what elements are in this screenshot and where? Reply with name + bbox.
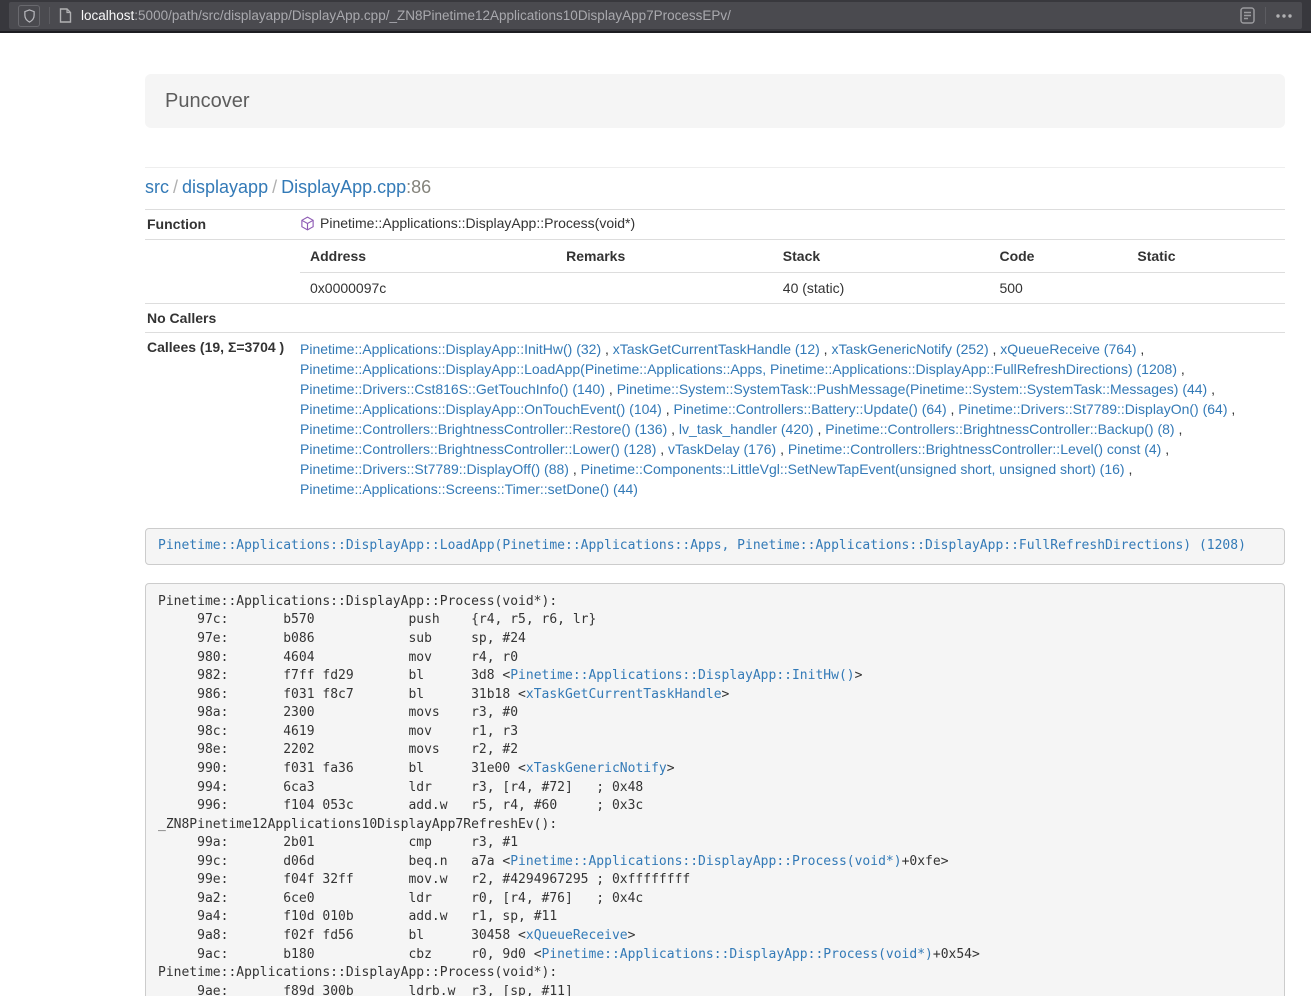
callee-link[interactable]: Pinetime::Drivers::Cst816S::GetTouchInfo… bbox=[300, 381, 605, 397]
callee-link[interactable]: Pinetime::Applications::DisplayApp::OnTo… bbox=[300, 401, 662, 417]
breadcrumb-line-number: :86 bbox=[406, 177, 431, 197]
callee-link[interactable]: Pinetime::Applications::DisplayApp::Init… bbox=[300, 341, 601, 357]
col-remarks: Remarks bbox=[556, 240, 773, 273]
highlighted-symbol-link[interactable]: Pinetime::Applications::DisplayApp::Load… bbox=[158, 538, 1246, 553]
callee-link[interactable]: Pinetime::Controllers::BrightnessControl… bbox=[788, 441, 1161, 457]
callees-label: Callees (19, Σ=3704 ) bbox=[145, 333, 300, 507]
function-row-label: Function bbox=[145, 210, 300, 240]
breadcrumb-separator: / bbox=[169, 177, 182, 197]
stats-row: Address Remarks Stack Code Static 0x0000… bbox=[145, 240, 1285, 304]
breadcrumb-link[interactable]: src bbox=[145, 177, 169, 197]
callees-row: Callees (19, Σ=3704 ) Pinetime::Applicat… bbox=[145, 333, 1285, 507]
disassembly-symbol-link[interactable]: Pinetime::Applications::DisplayApp::Proc… bbox=[542, 947, 933, 962]
callee-link[interactable]: vTaskDelay (176) bbox=[668, 441, 776, 457]
tracking-protection-button[interactable] bbox=[15, 5, 43, 27]
url-bar[interactable]: localhost:5000/path/src/displayapp/Displ… bbox=[9, 2, 1302, 29]
callee-link[interactable]: Pinetime::Drivers::St7789::DisplayOff() … bbox=[300, 461, 569, 477]
disassembly-symbol-link[interactable]: xTaskGenericNotify bbox=[526, 761, 667, 776]
breadcrumb-link[interactable]: displayapp bbox=[182, 177, 268, 197]
url-text[interactable]: localhost:5000/path/src/displayapp/Displ… bbox=[81, 8, 1236, 23]
toolbar-separator bbox=[1265, 7, 1266, 24]
callees-list: Pinetime::Applications::DisplayApp::Init… bbox=[300, 333, 1285, 507]
callee-link[interactable]: Pinetime::System::SystemTask::PushMessag… bbox=[617, 381, 1208, 397]
breadcrumb: src/displayapp/DisplayApp.cpp:86 bbox=[145, 177, 1285, 198]
url-path: :5000/path/src/displayapp/DisplayApp.cpp… bbox=[134, 8, 731, 23]
callee-link[interactable]: lv_task_handler (420) bbox=[679, 421, 814, 437]
remarks-value bbox=[556, 273, 773, 304]
symbol-cube-icon bbox=[300, 216, 315, 236]
disassembly-symbol-link[interactable]: Pinetime::Applications::DisplayApp::Proc… bbox=[510, 854, 901, 869]
stack-value: 40 (static) bbox=[773, 273, 990, 304]
callee-link[interactable]: xTaskGetCurrentTaskHandle (12) bbox=[613, 341, 820, 357]
meatball-menu-icon bbox=[1275, 13, 1293, 19]
highlighted-symbol-box: Pinetime::Applications::DisplayApp::Load… bbox=[145, 528, 1285, 565]
app-header: Puncover bbox=[145, 74, 1285, 128]
col-stack: Stack bbox=[773, 240, 990, 273]
divider bbox=[145, 167, 1285, 168]
page-icon bbox=[56, 5, 75, 27]
col-address: Address bbox=[300, 240, 556, 273]
reader-view-icon bbox=[1239, 6, 1256, 25]
col-static: Static bbox=[1127, 240, 1285, 273]
callee-link[interactable]: Pinetime::Controllers::BrightnessControl… bbox=[825, 421, 1174, 437]
disassembly-listing: Pinetime::Applications::DisplayApp::Proc… bbox=[145, 583, 1285, 996]
callee-link[interactable]: Pinetime::Applications::Screens::Timer::… bbox=[300, 481, 638, 497]
no-callers-row: No Callers bbox=[145, 304, 1285, 333]
code-value: 500 bbox=[989, 273, 1127, 304]
url-host: localhost bbox=[81, 8, 134, 23]
stats-header-row: Address Remarks Stack Code Static bbox=[300, 240, 1285, 273]
reader-view-button[interactable] bbox=[1236, 5, 1259, 27]
breadcrumb-link[interactable]: DisplayApp.cpp bbox=[281, 177, 406, 197]
callee-link[interactable]: Pinetime::Controllers::BrightnessControl… bbox=[300, 441, 656, 457]
callee-link[interactable]: Pinetime::Controllers::Battery::Update()… bbox=[674, 401, 947, 417]
function-symbol-name: Pinetime::Applications::DisplayApp::Proc… bbox=[320, 215, 635, 231]
static-value bbox=[1127, 273, 1285, 304]
shield-icon bbox=[18, 5, 40, 27]
stats-table: Address Remarks Stack Code Static 0x0000… bbox=[300, 240, 1285, 303]
function-symbol-cell: Pinetime::Applications::DisplayApp::Proc… bbox=[300, 210, 1285, 240]
web-page: Puncover src/displayapp/DisplayApp.cpp:8… bbox=[0, 33, 1311, 996]
callee-link[interactable]: xTaskGenericNotify (252) bbox=[831, 341, 988, 357]
callee-link[interactable]: Pinetime::Drivers::St7789::DisplayOn() (… bbox=[958, 401, 1227, 417]
col-code: Code bbox=[989, 240, 1127, 273]
callee-link[interactable]: xQueueReceive (764) bbox=[1000, 341, 1136, 357]
disassembly-symbol-link[interactable]: Pinetime::Applications::DisplayApp::Init… bbox=[510, 668, 854, 683]
callee-link[interactable]: Pinetime::Controllers::BrightnessControl… bbox=[300, 421, 667, 437]
breadcrumb-separator: / bbox=[268, 177, 281, 197]
function-table: Function Pinetime::Applications::Display… bbox=[145, 209, 1285, 506]
browser-toolbar: localhost:5000/path/src/displayapp/Displ… bbox=[0, 0, 1311, 33]
page-title: Puncover bbox=[165, 89, 1265, 113]
page-actions-button[interactable] bbox=[1272, 5, 1296, 27]
callee-link[interactable]: Pinetime::Components::LittleVgl::SetNewT… bbox=[581, 461, 1125, 477]
toolbar-separator bbox=[49, 7, 50, 24]
disassembly-symbol-link[interactable]: xQueueReceive bbox=[526, 928, 628, 943]
disassembly-symbol-link[interactable]: xTaskGetCurrentTaskHandle bbox=[526, 687, 722, 702]
stats-data-row: 0x0000097c 40 (static) 500 bbox=[300, 273, 1285, 304]
function-row: Function Pinetime::Applications::Display… bbox=[145, 210, 1285, 240]
callee-link[interactable]: Pinetime::Applications::DisplayApp::Load… bbox=[300, 361, 1177, 377]
address-value: 0x0000097c bbox=[300, 273, 556, 304]
no-callers-label: No Callers bbox=[145, 304, 300, 333]
